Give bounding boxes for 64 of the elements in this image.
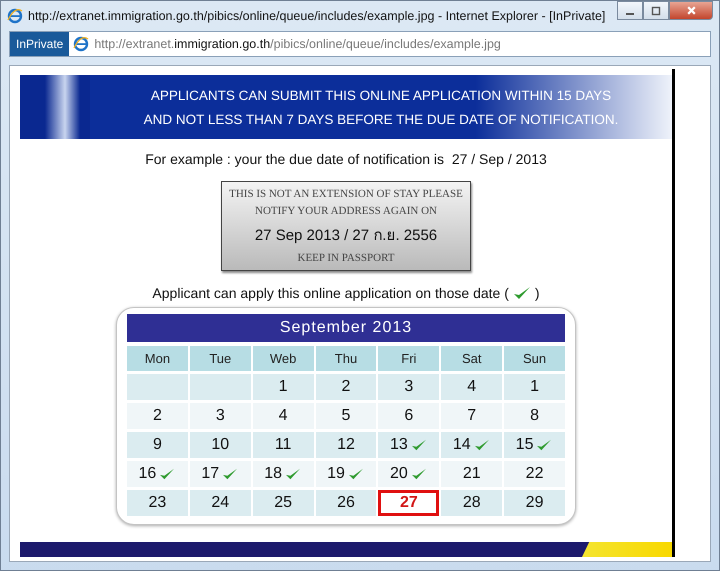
weekday-header: Thu <box>316 346 376 371</box>
weekday-header: Sat <box>441 346 502 371</box>
day-number: 17 <box>201 465 220 483</box>
close-icon <box>686 5 696 16</box>
day-number: 9 <box>152 436 162 454</box>
stamp-date: 27 Sep 2013 / 27 ก.ย. 2556 <box>254 226 438 246</box>
apply-text: ) <box>534 285 540 301</box>
day-number: 4 <box>467 378 476 396</box>
day-number: 12 <box>337 436 355 454</box>
calendar-title: September 2013 <box>127 314 565 342</box>
checkmark-icon <box>410 467 428 481</box>
day-number: 3 <box>216 407 225 425</box>
banner-text: AND NOT LESS THAN 7 DAYS BEFORE THE DUE DATE OF NOTIFICATION. <box>144 112 618 126</box>
checkmark-icon <box>512 285 532 301</box>
day-number: 8 <box>530 407 540 425</box>
close-button[interactable] <box>669 1 713 20</box>
weekday-header: Tue <box>190 346 251 371</box>
day-number: 29 <box>526 494 544 512</box>
day-number: 2 <box>342 378 350 396</box>
day-number: 27 <box>400 494 418 512</box>
day-number: 14 <box>452 436 471 454</box>
banner-decoration <box>20 75 90 139</box>
stamp-text: KEEP IN PASSPORT <box>298 252 394 264</box>
example-text: For example : your the due date of notification is 27 / Sep / 2013 <box>145 151 547 167</box>
apply-text: Applicant can apply this online application on those date ( <box>152 285 509 301</box>
day-number: 18 <box>264 465 282 483</box>
day-number: 20 <box>390 465 408 483</box>
day-number: 13 <box>390 436 408 454</box>
day-number: 10 <box>211 436 230 454</box>
stamp-text: THIS IS NOT AN EXTENSION OF STAY PLEASE <box>229 188 463 200</box>
maximize-button[interactable] <box>643 1 669 20</box>
day-number: 4 <box>278 407 288 425</box>
day-number: 28 <box>462 494 481 512</box>
day-number: 25 <box>274 494 292 512</box>
day-number: 1 <box>278 378 288 396</box>
day-number: 23 <box>148 494 166 512</box>
weekday-header: Web <box>252 346 314 371</box>
day-number: 21 <box>462 465 481 483</box>
checkmark-icon <box>410 438 428 452</box>
day-number: 15 <box>516 436 534 454</box>
weekday-header: Fri <box>378 346 440 371</box>
checkmark-icon <box>346 467 365 481</box>
day-number: 16 <box>138 465 156 483</box>
stamp-text: NOTIFY YOUR ADDRESS AGAIN ON <box>255 205 437 218</box>
banner-text: APPLICANTS CAN SUBMIT THIS ONLINE APPLICATION WITHIN 15 DAYS <box>150 88 612 102</box>
checkmark-icon <box>472 438 491 452</box>
window-title: http://extranet.immigration.go.th/pibics/online/queue/includes/example.jpg - Internet Explorer - [InPrivate] <box>28 9 606 23</box>
maximize-icon <box>651 6 661 16</box>
weekday-header: Sun <box>504 346 565 371</box>
day-number: 22 <box>526 465 544 483</box>
minimize-button[interactable] <box>617 1 643 20</box>
day-number: 7 <box>467 407 476 425</box>
day-number: 3 <box>404 378 414 396</box>
day-number: 1 <box>530 378 540 396</box>
day-number: 24 <box>211 494 230 512</box>
browser-logo-icon <box>7 8 23 24</box>
weekday-header: Mon <box>127 346 188 371</box>
day-number: 2 <box>152 407 162 425</box>
day-number: 26 <box>337 494 355 512</box>
day-number: 5 <box>342 407 350 425</box>
day-number: 11 <box>274 436 292 454</box>
minimize-icon <box>626 12 634 14</box>
day-number: 6 <box>404 407 414 425</box>
day-number: 19 <box>327 465 345 483</box>
